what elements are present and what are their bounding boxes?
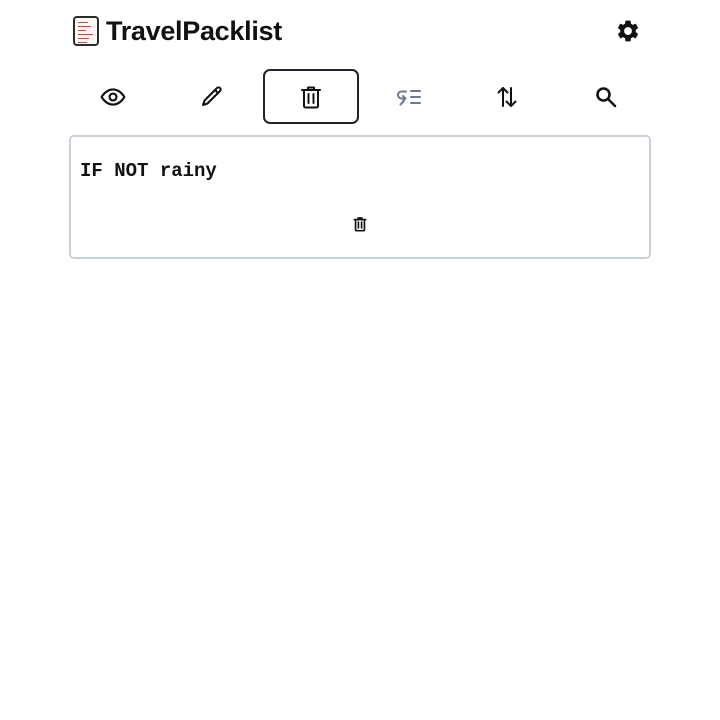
header: TravelPacklist [70,14,650,50]
condition-text: IF NOT rainy [80,160,217,182]
view-mode-button[interactable] [65,69,161,124]
sort-mode-button[interactable] [459,69,555,124]
trash-icon [353,217,367,232]
condition-card: IF NOT rainy [69,135,651,259]
trash-icon [301,86,321,108]
conditional-list-icon [397,89,421,105]
search-icon [596,86,617,107]
app-title: TravelPacklist [106,16,282,46]
sort-arrows-icon [497,86,517,107]
gear-icon [617,20,639,42]
delete-condition-button[interactable] [353,216,367,232]
delete-mode-button[interactable] [263,69,359,124]
mode-toolbar [65,69,655,124]
conditions-mode-button[interactable] [361,69,457,124]
app-root: TravelPacklist IF NOT rainy [0,0,720,720]
app-logo-icon [73,16,99,46]
search-mode-button[interactable] [558,69,654,124]
eye-icon [100,87,126,106]
pencil-icon [202,85,222,106]
edit-mode-button[interactable] [164,69,260,124]
settings-button[interactable] [615,18,641,44]
